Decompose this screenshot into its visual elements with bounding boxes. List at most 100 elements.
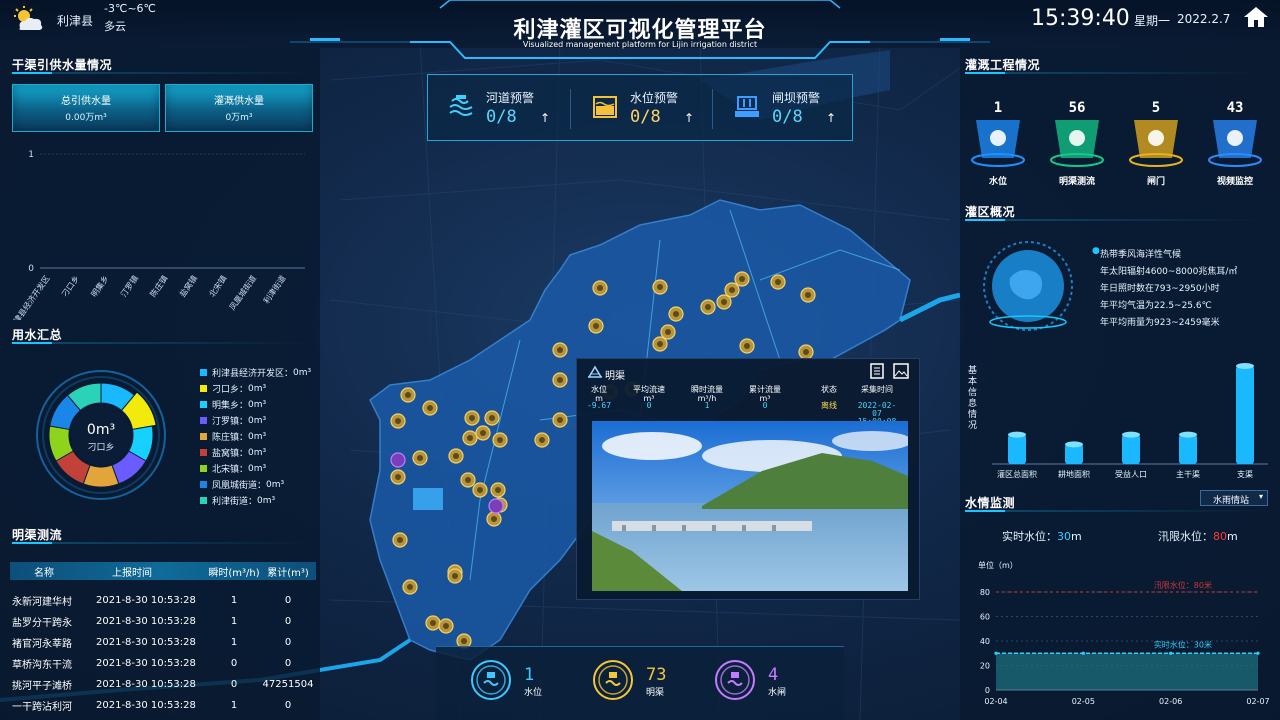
canal-station-marker[interactable] (534, 432, 550, 448)
tab-total-supply[interactable]: 总引供水量 0.00万m³ (12, 84, 160, 132)
date: 2022.2.7 (1177, 12, 1231, 26)
legend-item[interactable]: 利津县经济开发区： 0m³ (200, 366, 311, 379)
canal-station-marker[interactable] (400, 387, 416, 403)
canal-station-marker[interactable] (552, 412, 568, 428)
legend-label: 陈庄镇： (212, 433, 249, 443)
water-level-point[interactable] (1256, 651, 1260, 655)
water-level-point[interactable] (1081, 651, 1085, 655)
legend-item[interactable]: 刁口乡： 0m³ (200, 382, 266, 395)
canal-station-marker[interactable] (700, 299, 716, 315)
table-cell: 0 (230, 679, 238, 690)
canal-station-marker[interactable] (652, 336, 668, 352)
overview-bar[interactable] (1008, 434, 1026, 464)
table-cell: 2021-8-30 10:53:28 (96, 658, 196, 669)
video-surveillance-icon[interactable] (1203, 114, 1267, 170)
warning-dam[interactable]: 闸坝预警 0/8 ↑ (728, 87, 858, 131)
warning-water-level[interactable]: 水位预警 0/8 ↑ (586, 87, 716, 131)
canal-icon[interactable] (592, 659, 634, 701)
canal-station-marker[interactable] (472, 482, 488, 498)
table-row[interactable]: 一干跨沾利河 2021-8-30 10:53:28 1 0 (10, 695, 316, 716)
divider (570, 89, 571, 129)
canal-station-marker[interactable] (484, 410, 500, 426)
canal-station-marker[interactable] (800, 287, 816, 303)
canal-station-marker[interactable] (475, 425, 491, 441)
overview-bar[interactable] (1179, 434, 1197, 464)
legend-item[interactable]: 凤凰城街道： 0m³ (200, 478, 284, 491)
canal-station-marker[interactable] (490, 482, 506, 498)
water-level-icon[interactable] (966, 114, 1030, 170)
canal-station-marker[interactable] (447, 568, 463, 584)
bottom-stat-label: 明渠 (646, 688, 665, 698)
canal-station-marker[interactable] (438, 618, 454, 634)
overview-bar[interactable] (1122, 434, 1140, 464)
gate-icon[interactable] (1124, 114, 1188, 170)
overview-bar[interactable] (1236, 366, 1254, 464)
legend-value: 0m³ (293, 367, 312, 378)
canal-station-marker[interactable] (492, 432, 508, 448)
canal-station-marker[interactable] (392, 532, 408, 548)
canal-station-marker[interactable] (552, 342, 568, 358)
canal-station-marker[interactable] (425, 615, 441, 631)
flow-table: 名称 上报时间 瞬时(m³/h) 累计(m³) 永新河建华村 2021-8-30 … (10, 562, 316, 716)
table-cell: 1 (230, 637, 238, 648)
station-photo[interactable] (592, 421, 908, 591)
canal-station-marker[interactable] (462, 430, 478, 446)
table-row[interactable]: 盐罗分干跨永 2021-8-30 10:53:28 1 0 (10, 611, 316, 632)
sluice-icon[interactable] (714, 659, 756, 701)
canal-station-marker[interactable] (412, 450, 428, 466)
legend-item[interactable]: 陈庄镇： 0m³ (200, 430, 266, 443)
sluice-station-marker[interactable] (390, 452, 406, 468)
arrow-up-icon: ↑ (826, 111, 837, 125)
col-time: 上报时间 (112, 567, 152, 579)
document-icon[interactable] (869, 363, 885, 379)
canal-station-marker[interactable] (448, 448, 464, 464)
canal-station-marker[interactable] (652, 279, 668, 295)
table-cell: 47251504 (262, 679, 314, 690)
table-row[interactable]: 草桥沟东干流 2021-8-30 10:53:28 0 0 (10, 653, 316, 674)
canal-station-marker[interactable] (592, 280, 608, 296)
canal-station-marker[interactable] (390, 413, 406, 429)
canal-station-marker[interactable] (460, 472, 476, 488)
warning-dam-label: 闸坝预警 (772, 91, 821, 105)
canal-station-marker[interactable] (464, 410, 480, 426)
canal-station-marker[interactable] (390, 469, 406, 485)
legend-item[interactable]: 汀罗镇： 0m³ (200, 414, 266, 427)
home-icon[interactable] (1243, 6, 1269, 28)
canal-station-marker[interactable] (660, 324, 676, 340)
canal-station-marker[interactable] (739, 338, 755, 354)
canal-station-marker[interactable] (422, 400, 438, 416)
water-level-point[interactable] (1169, 651, 1173, 655)
legend-item[interactable]: 盐窝镇： 0m³ (200, 446, 266, 459)
overview-x-label: 灌区总面积 (997, 469, 1037, 479)
canal-station-marker[interactable] (588, 318, 604, 334)
water-level-icon[interactable] (470, 659, 512, 701)
legend-item[interactable]: 利津街道： 0m³ (200, 494, 275, 507)
overview-title-underline (965, 219, 1265, 221)
water-level-icon (593, 96, 617, 118)
usage-title: 用水汇总 (12, 328, 63, 342)
table-row[interactable]: 褚官河永莘路 2021-8-30 10:53:28 1 0 (10, 632, 316, 653)
overview-bar-cap (1008, 431, 1026, 438)
canal-station-marker[interactable] (798, 344, 814, 360)
canal-station-marker[interactable] (486, 511, 502, 527)
legend-item[interactable]: 北宋镇： 0m³ (200, 462, 266, 475)
tab-irrigation-supply[interactable]: 灌溉供水量 0万m³ (165, 84, 313, 132)
canal-station-marker[interactable] (734, 271, 750, 287)
canal-station-marker[interactable] (402, 579, 418, 595)
image-icon[interactable] (893, 363, 909, 379)
canal-station-marker[interactable] (716, 294, 732, 310)
table-row[interactable]: 永新河建华村 2021-8-30 10:53:28 1 0 (10, 590, 316, 611)
canal-station-marker[interactable] (668, 306, 684, 322)
canal-station-marker[interactable] (552, 372, 568, 388)
canal-flow-icon[interactable] (1045, 114, 1109, 170)
climate-fact: 年太阳辐射4600~8000兆焦耳/㎡ (1100, 267, 1238, 277)
station-select[interactable]: 水雨情站 ▾ (1200, 490, 1268, 506)
canal-station-marker[interactable] (770, 274, 786, 290)
table-row[interactable]: 挑河平子滩桥 2021-8-30 10:53:28 0 47251504 (10, 674, 316, 695)
canal-station-marker[interactable] (724, 282, 740, 298)
water-level-point[interactable] (994, 651, 998, 655)
y-tick: 1 (28, 150, 34, 160)
legend-item[interactable]: 明集乡： 0m³ (200, 398, 266, 411)
warning-river[interactable]: 河道预警 0/8 ↑ (442, 87, 572, 131)
sluice-station-marker[interactable] (488, 498, 504, 514)
